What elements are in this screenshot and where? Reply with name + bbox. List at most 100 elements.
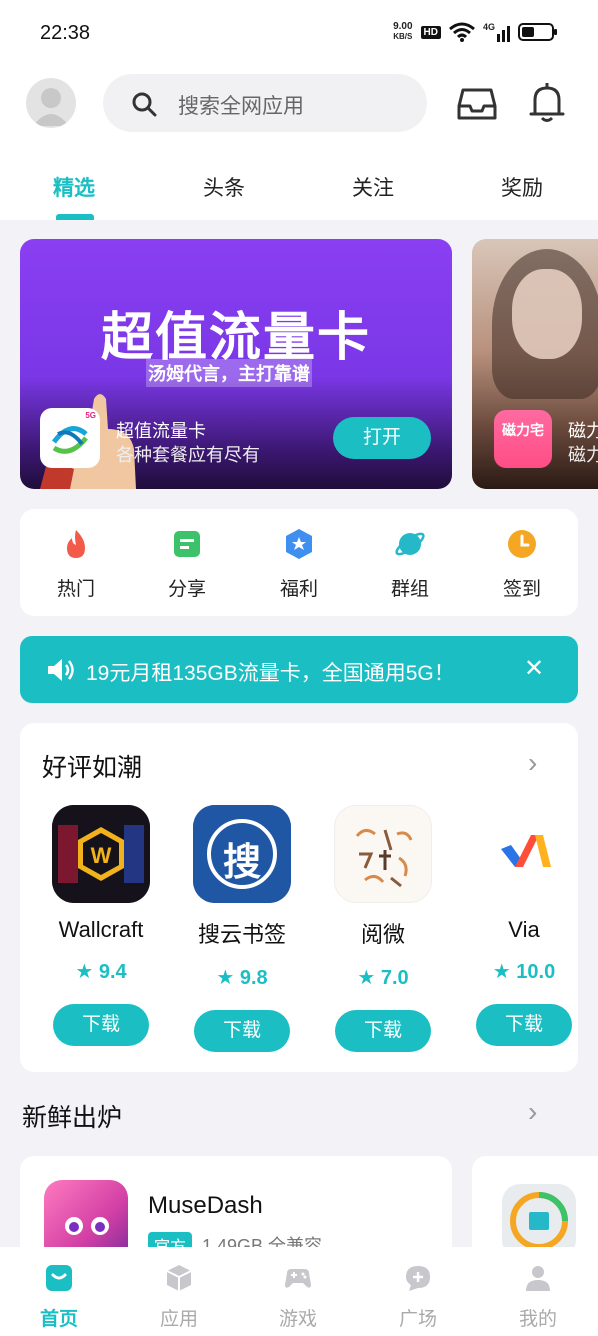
chevron-right-icon[interactable]: ›	[528, 747, 537, 779]
star-icon: ★	[492, 961, 517, 983]
inbox-icon[interactable]	[457, 80, 497, 124]
gamepad-icon	[285, 1269, 311, 1288]
app-item-wallcraft[interactable]: W Wallcraft ★ 9.4 下载	[41, 805, 161, 1046]
net-speed: 9.00 KB/S	[393, 22, 412, 42]
rating-value: 7.0	[380, 967, 409, 989]
nav-games[interactable]: 游戏	[258, 1263, 338, 1331]
signal-icon: 4G	[483, 22, 510, 42]
quick-nav: 热门 分享 福利 群组 签到	[20, 509, 578, 616]
tab-featured[interactable]: 精选	[34, 172, 114, 202]
via-icon	[475, 805, 573, 903]
section-title: 好评如潮	[42, 754, 143, 782]
flame-icon	[67, 530, 85, 558]
app-name: MuseDash	[148, 1192, 263, 1219]
banner-photo-face	[512, 269, 582, 359]
tab-rewards[interactable]: 奖励	[482, 172, 562, 202]
app-item-yuewei[interactable]: 阅微 ★ 7.0 下载	[323, 805, 443, 1052]
tab-headlines[interactable]: 头条	[184, 172, 264, 202]
nav-apps[interactable]: 应用	[139, 1263, 219, 1331]
nav-label: 广场	[398, 1309, 437, 1330]
download-button[interactable]: 下载	[335, 1010, 431, 1052]
status-bar: 22:38 9.00 KB/S HD 4G	[0, 0, 598, 66]
quick-item-label: 分享	[167, 579, 206, 600]
nav-mine[interactable]: 我的	[498, 1263, 578, 1331]
quick-item-label: 签到	[502, 579, 541, 600]
star-icon: ★	[75, 961, 99, 983]
app-item-via[interactable]: Via ★ 10.0 下载	[464, 805, 578, 1046]
nav-label: 我的	[518, 1309, 557, 1330]
chevron-right-icon[interactable]: ›	[528, 1096, 537, 1128]
nav-label: 游戏	[278, 1309, 317, 1330]
wallcraft-icon: W	[52, 805, 150, 903]
svg-text:W: W	[91, 843, 112, 868]
bottom-nav: 首页 应用 游戏 广场 我的	[0, 1247, 598, 1336]
app-rating: ★ 10.0	[464, 959, 578, 984]
banner-app-desc: 各种套餐应有尽有	[116, 445, 260, 465]
quick-item-hot[interactable]: 热门	[36, 527, 116, 601]
wallcraft-logo-icon: W	[52, 805, 150, 903]
rating-value: 10.0	[516, 961, 556, 983]
app-name: 搜云书签	[197, 922, 286, 947]
status-time: 22:38	[40, 22, 91, 44]
hd-badge: HD	[420, 25, 441, 39]
bell-icon[interactable]	[527, 80, 567, 124]
nav-home[interactable]: 首页	[19, 1263, 99, 1331]
banner-app-title: 超值流量卡	[116, 421, 206, 441]
banner2-app-icon: 磁力宅	[494, 410, 552, 468]
net-speed-unit: KB/S	[393, 32, 413, 41]
quick-item-benefits[interactable]: 福利	[259, 527, 339, 601]
download-button[interactable]: 下载	[53, 1004, 149, 1046]
section-title: 新鲜出炉	[22, 1104, 123, 1132]
open-button[interactable]: 打开	[333, 417, 431, 459]
planet-icon	[395, 532, 425, 556]
speaker-icon	[48, 659, 74, 681]
default-avatar-icon	[33, 88, 69, 126]
souyun-logo-char: 搜	[222, 842, 261, 884]
banner-subline: 汤姆代言，主打靠谱	[146, 359, 312, 387]
nav-label: 首页	[39, 1309, 78, 1330]
notice-bar[interactable]: 19元月租135GB流量卡，全国通用5G！ ✕	[20, 636, 578, 703]
banner-card-next[interactable]: 磁力宅 磁力 磁力	[472, 239, 598, 489]
tab-following[interactable]: 关注	[333, 172, 413, 202]
cube-icon	[166, 1265, 192, 1291]
nav-label: 应用	[159, 1309, 198, 1330]
search-placeholder: 搜索全网应用	[178, 95, 304, 118]
app-rating: ★ 9.4	[41, 959, 161, 984]
quick-item-groups[interactable]: 群组	[370, 527, 450, 601]
banner2-title: 磁力	[568, 421, 598, 441]
chat-plus-icon	[406, 1266, 430, 1291]
person-icon	[526, 1266, 550, 1291]
download-button[interactable]: 下载	[194, 1010, 290, 1052]
home-bag-icon	[46, 1265, 72, 1291]
download-button[interactable]: 下载	[476, 1004, 572, 1046]
battery-icon	[518, 23, 557, 41]
wifi-icon	[449, 22, 475, 42]
rating-value: 9.8	[239, 967, 268, 989]
star-badge-icon	[286, 529, 312, 559]
search-input[interactable]: 搜索全网应用	[103, 74, 427, 132]
clock-icon	[508, 530, 536, 558]
banner-app-icon: 5G	[40, 408, 100, 468]
good-reviews-section: 好评如潮 › W Wallcraft ★ 9.4 下载 搜 搜云书签 ★ 9.8…	[20, 723, 578, 1072]
top-tabs: 精选 头条 关注 奖励	[0, 154, 598, 220]
share-doc-icon	[174, 531, 200, 557]
banner2-desc: 磁力	[568, 445, 598, 465]
quick-item-checkin[interactable]: 签到	[482, 527, 562, 601]
notice-text: 19元月租135GB流量卡，全国通用5G！	[86, 662, 455, 685]
search-icon	[132, 92, 157, 117]
quick-item-label: 福利	[279, 579, 318, 600]
app-item-souyun[interactable]: 搜 搜云书签 ★ 9.8 下载	[182, 805, 302, 1052]
close-icon[interactable]: ✕	[524, 654, 544, 683]
star-icon: ★	[216, 967, 240, 989]
souyun-icon: 搜	[193, 805, 291, 903]
via-logo-icon	[501, 835, 551, 867]
avatar[interactable]	[26, 78, 76, 128]
quick-item-share[interactable]: 分享	[147, 527, 227, 601]
star-icon: ★	[357, 967, 381, 989]
quick-item-label: 热门	[56, 579, 95, 600]
tab-indicator	[56, 214, 94, 220]
app-name: Via	[508, 917, 540, 942]
nav-plaza[interactable]: 广场	[378, 1263, 458, 1331]
5g-badge: 5G	[85, 411, 96, 420]
banner-card[interactable]: 超值流量卡 汤姆代言，主打靠谱 5G 超值流量卡 各种套餐应有尽有 打开	[20, 239, 452, 489]
